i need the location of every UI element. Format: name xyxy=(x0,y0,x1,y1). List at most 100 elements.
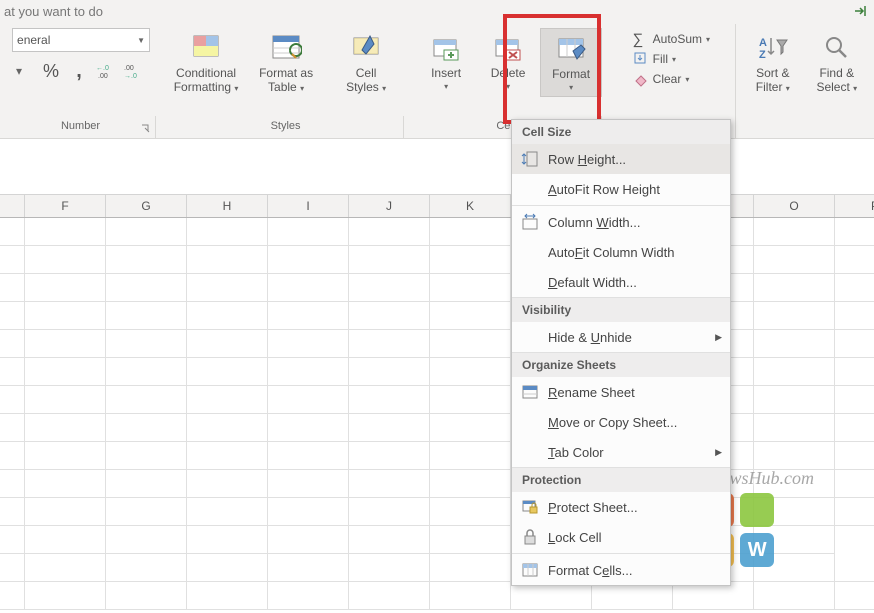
column-headers[interactable]: F G H I J K O P xyxy=(0,194,874,218)
menu-lock-cell[interactable]: Lock Cell xyxy=(512,522,730,552)
lock-icon xyxy=(520,527,540,547)
sort-filter-button[interactable]: AZ Sort &Filter ▾ xyxy=(743,28,803,100)
clear-button[interactable]: Clear ▾ xyxy=(631,70,712,88)
increase-decimal-button[interactable]: ←.0.00 xyxy=(96,60,118,82)
svg-text:▾: ▾ xyxy=(16,64,22,78)
eraser-icon xyxy=(633,71,649,87)
col-header-I[interactable]: I xyxy=(268,195,349,217)
col-header-H[interactable]: H xyxy=(187,195,268,217)
insert-icon xyxy=(430,32,462,64)
menu-autofit-column-width[interactable]: AutoFit Column Width xyxy=(512,237,730,267)
menu-tab-color-label: Tab Color xyxy=(548,445,707,460)
menu-rename-label: Rename Sheet xyxy=(548,385,722,400)
comma-style-button[interactable]: , xyxy=(68,60,90,82)
protect-sheet-icon xyxy=(520,497,540,517)
svg-text:Z: Z xyxy=(759,49,766,61)
chevron-down-icon: ▾ xyxy=(706,35,710,44)
fill-label: Fill xyxy=(653,52,668,66)
menu-row-height[interactable]: Row Height... xyxy=(512,144,730,174)
chevron-down-icon: ▾ xyxy=(506,82,510,91)
column-width-icon xyxy=(520,212,540,232)
styles-group-label: Styles xyxy=(271,120,301,132)
dialog-launcher-icon[interactable] xyxy=(141,124,151,134)
grid[interactable] xyxy=(0,218,874,610)
number-format-combo[interactable]: eneral ▼ xyxy=(12,28,150,52)
svg-text:.00: .00 xyxy=(98,73,108,80)
format-cells-icon xyxy=(520,560,540,580)
menu-hide-unhide[interactable]: Hide & Unhide ▶ xyxy=(512,322,730,352)
col-header-J[interactable]: J xyxy=(349,195,430,217)
chevron-down-icon: ▾ xyxy=(685,75,689,84)
format-dropdown-menu: Cell Size Row Height... AutoFit Row Heig… xyxy=(511,119,731,586)
menu-format-cells[interactable]: Format Cells... xyxy=(512,555,730,585)
menu-section-visibility: Visibility xyxy=(512,297,730,322)
menu-section-cell-size: Cell Size xyxy=(512,120,730,144)
menu-lock-label: Lock Cell xyxy=(548,530,722,545)
format-label: Format xyxy=(552,67,590,81)
row-height-icon xyxy=(520,149,540,169)
find-select-button[interactable]: Find &Select ▾ xyxy=(807,28,867,100)
submenu-arrow-icon: ▶ xyxy=(715,332,722,343)
sigma-icon: ∑ xyxy=(633,31,649,47)
find-select-icon xyxy=(821,32,853,64)
menu-column-width[interactable]: Column Width... xyxy=(512,207,730,237)
chevron-down-icon: ▾ xyxy=(672,55,676,64)
format-as-table-button[interactable]: Format asTable ▾ xyxy=(248,28,324,100)
menu-column-width-label: Column Width... xyxy=(548,215,722,230)
accounting-format-button[interactable]: ▾ xyxy=(12,60,34,82)
menu-protect-sheet[interactable]: Protect Sheet... xyxy=(512,492,730,522)
menu-row-height-label: Row Height... xyxy=(548,152,722,167)
format-as-table-icon xyxy=(270,32,302,64)
menu-tab-color[interactable]: Tab Color ▶ xyxy=(512,437,730,467)
format-button[interactable]: Format ▾ xyxy=(540,28,602,97)
number-format-value: eneral xyxy=(17,33,50,47)
autosum-label: AutoSum xyxy=(653,32,702,46)
menu-default-width[interactable]: Default Width... xyxy=(512,267,730,297)
delete-label: Delete xyxy=(491,66,526,80)
fill-button[interactable]: Fill ▾ xyxy=(631,50,712,68)
svg-text:.00: .00 xyxy=(124,65,134,72)
svg-text:→.0: →.0 xyxy=(124,73,137,80)
svg-text:←.0: ←.0 xyxy=(96,65,109,72)
ribbon: at you want to do eneral ▼ ▾ xyxy=(0,0,874,139)
conditional-formatting-button[interactable]: ConditionalFormatting ▾ xyxy=(168,28,244,100)
menu-protect-label: Protect Sheet... xyxy=(548,500,722,515)
clear-label: Clear xyxy=(653,72,682,86)
chevron-down-icon: ▾ xyxy=(444,82,448,91)
number-group-label: Number xyxy=(61,120,100,132)
delete-button[interactable]: Delete ▾ xyxy=(478,28,538,95)
menu-autofit-row-height[interactable]: AutoFit Row Height xyxy=(512,174,730,204)
conditional-formatting-icon xyxy=(190,32,222,64)
menu-rename-sheet[interactable]: Rename Sheet xyxy=(512,377,730,407)
menu-section-protection: Protection xyxy=(512,467,730,492)
col-header-G[interactable]: G xyxy=(106,195,187,217)
insert-button[interactable]: Insert ▾ xyxy=(416,28,476,95)
chevron-down-icon: ▼ xyxy=(137,36,145,45)
menu-move-copy-sheet[interactable]: Move or Copy Sheet... xyxy=(512,407,730,437)
cell-styles-label: CellStyles ▾ xyxy=(346,66,386,96)
autosum-button[interactable]: ∑ AutoSum ▾ xyxy=(631,30,712,48)
col-header-O[interactable]: O xyxy=(754,195,835,217)
menu-hide-label: Hide & Unhide xyxy=(548,330,707,345)
menu-autofit-col-label: AutoFit Column Width xyxy=(548,245,722,260)
menu-format-cells-label: Format Cells... xyxy=(548,563,722,578)
spreadsheet: F G H I J K O P xyxy=(0,194,874,613)
col-header-F[interactable]: F xyxy=(25,195,106,217)
cell-styles-button[interactable]: CellStyles ▾ xyxy=(328,28,404,100)
submenu-arrow-icon: ▶ xyxy=(715,447,722,458)
tell-me-box[interactable]: at you want to do xyxy=(0,0,107,21)
rename-sheet-icon xyxy=(520,382,540,402)
svg-text:A: A xyxy=(759,37,767,49)
conditional-formatting-label: ConditionalFormatting ▾ xyxy=(174,66,239,96)
percent-style-button[interactable]: % xyxy=(40,60,62,82)
menu-move-label: Move or Copy Sheet... xyxy=(548,415,722,430)
cell-styles-icon xyxy=(350,32,382,64)
col-header-K[interactable]: K xyxy=(430,195,511,217)
sort-filter-icon: AZ xyxy=(757,32,789,64)
menu-default-width-label: Default Width... xyxy=(548,275,722,290)
insert-label: Insert xyxy=(431,66,461,80)
col-header-P[interactable]: P xyxy=(835,195,874,217)
format-as-table-label: Format asTable ▾ xyxy=(259,66,313,96)
share-icon[interactable] xyxy=(852,2,870,23)
decrease-decimal-button[interactable]: .00→.0 xyxy=(124,60,146,82)
